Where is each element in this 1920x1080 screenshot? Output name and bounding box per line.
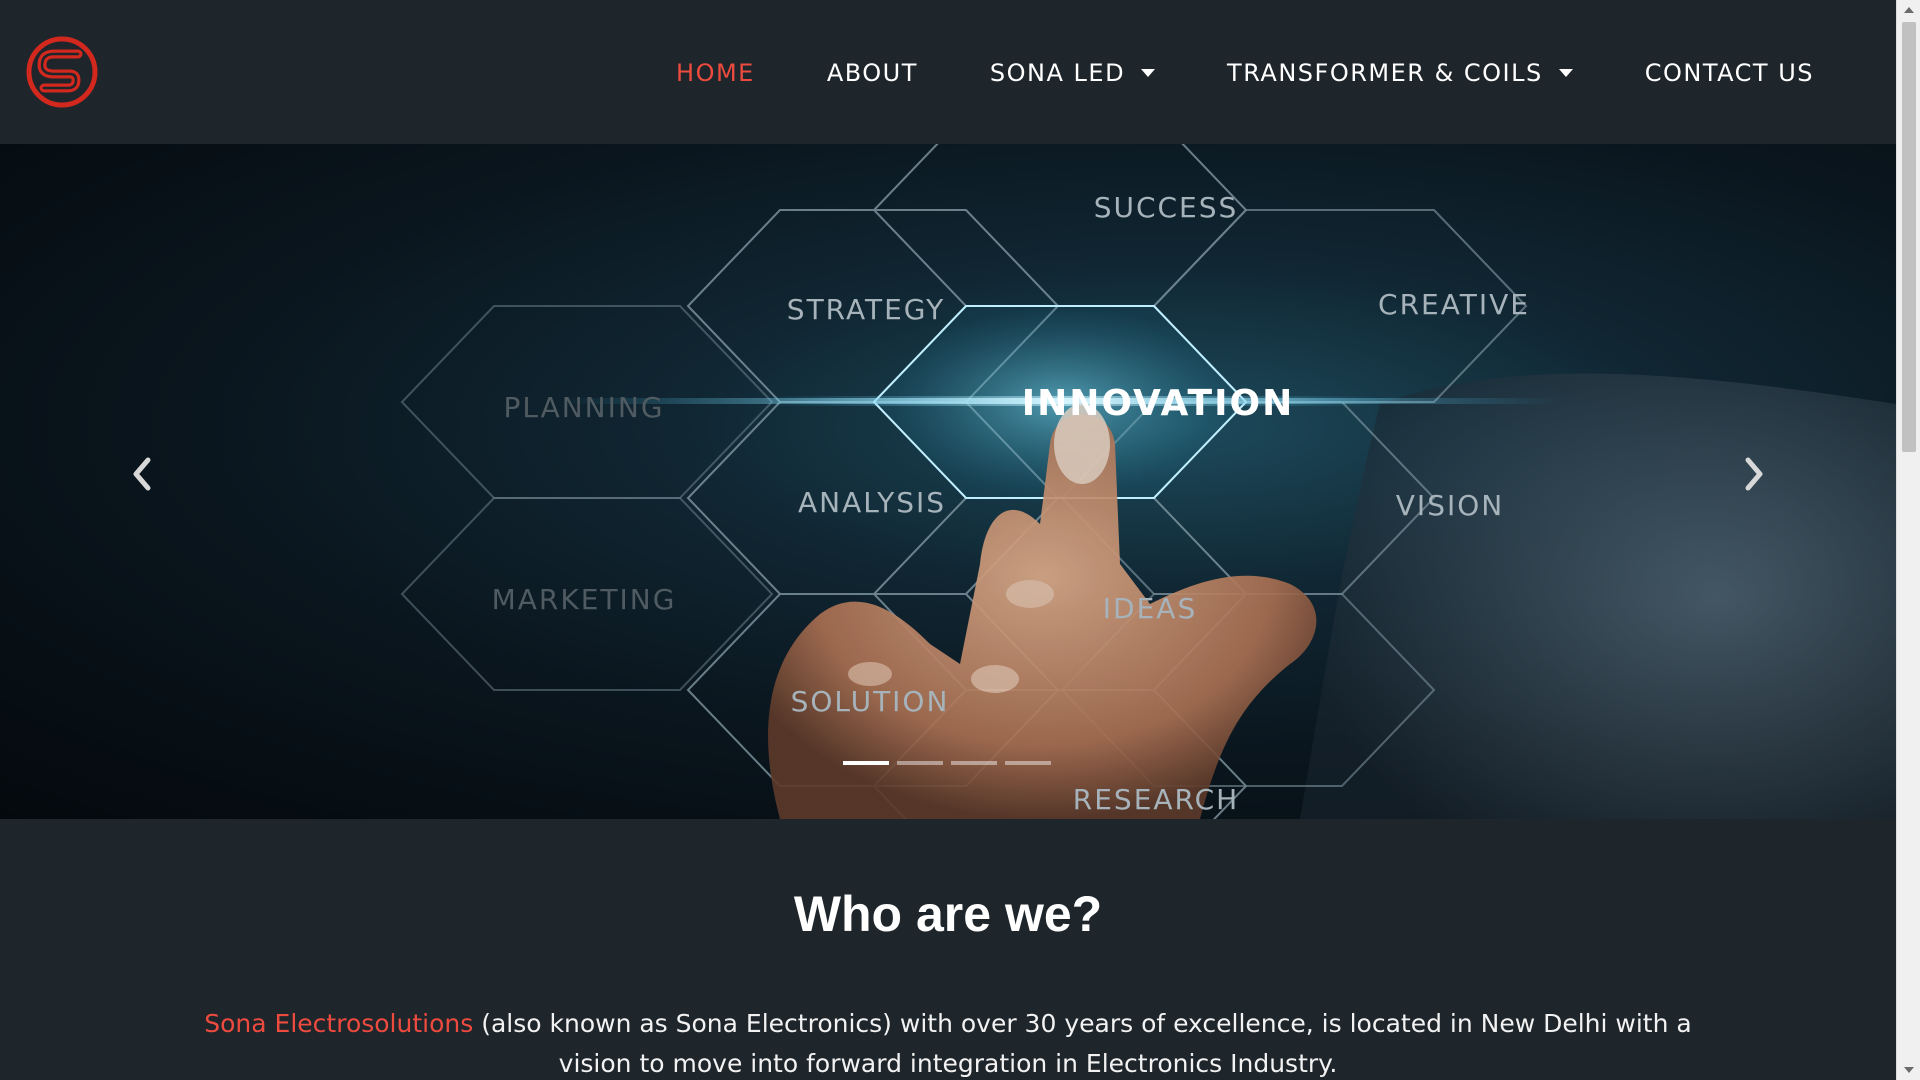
hero-slide-image: SUCCESS STRATEGY CREATIVE PLANNING INNOV… bbox=[400, 144, 1896, 819]
hex-word-vision: VISION bbox=[1396, 489, 1504, 522]
hex-word-solution: SOLUTION bbox=[791, 685, 950, 718]
hex-word-marketing: MARKETING bbox=[492, 583, 677, 616]
carousel-indicator-4[interactable] bbox=[1005, 761, 1051, 765]
nav-contact-us-label: CONTACT US bbox=[1644, 59, 1814, 87]
page-scrollbar[interactable] bbox=[1896, 0, 1920, 1080]
page: HOME ABOUT SONA LED TRANSFORMER & COILS … bbox=[0, 0, 1896, 1080]
hex-word-planning: PLANNING bbox=[503, 391, 664, 424]
hex-word-analysis: ANALYSIS bbox=[798, 486, 946, 519]
hex-word-creative: CREATIVE bbox=[1378, 288, 1530, 321]
nav-contact-us[interactable]: CONTACT US bbox=[1645, 59, 1814, 87]
carousel-prev-button[interactable] bbox=[112, 444, 172, 504]
navbar: HOME ABOUT SONA LED TRANSFORMER & COILS … bbox=[0, 0, 1896, 144]
about-section: Who are we? Sona Electrosolutions (also … bbox=[0, 819, 1896, 1080]
hex-word-research: RESEARCH bbox=[1073, 783, 1239, 816]
hex-word-ideas: IDEAS bbox=[1103, 592, 1197, 625]
hero-carousel: SUCCESS STRATEGY CREATIVE PLANNING INNOV… bbox=[0, 144, 1896, 819]
carousel-indicator-3[interactable] bbox=[951, 761, 997, 765]
nav-transformer-coils-label: TRANSFORMER & COILS bbox=[1227, 59, 1543, 87]
hex-word-success: SUCCESS bbox=[1094, 191, 1239, 224]
nav-sona-led-dropdown[interactable]: SONA LED bbox=[989, 59, 1156, 87]
caret-down-icon bbox=[1141, 69, 1156, 77]
main-nav: HOME ABOUT SONA LED TRANSFORMER & COILS … bbox=[676, 52, 1814, 94]
nav-home-label: HOME bbox=[676, 59, 755, 87]
carousel-indicator-1[interactable] bbox=[843, 761, 889, 765]
sona-s-logo-icon[interactable] bbox=[26, 36, 98, 108]
nav-home[interactable]: HOME bbox=[676, 59, 755, 87]
scroll-down-icon[interactable] bbox=[1897, 1060, 1920, 1080]
carousel-indicators bbox=[843, 761, 1059, 765]
chevron-left-icon bbox=[133, 457, 151, 491]
nav-about-label: ABOUT bbox=[826, 59, 918, 87]
nav-about[interactable]: ABOUT bbox=[827, 59, 918, 87]
about-description-text: (also known as Sona Electronics) with ov… bbox=[473, 1009, 1692, 1078]
about-heading: Who are we? bbox=[793, 886, 1103, 942]
carousel-next-button[interactable] bbox=[1724, 444, 1784, 504]
brand-name: Sona Electrosolutions bbox=[204, 1009, 474, 1038]
carousel-indicator-2[interactable] bbox=[897, 761, 943, 765]
hex-word-strategy: STRATEGY bbox=[787, 293, 945, 326]
nav-sona-led-label: SONA LED bbox=[989, 59, 1126, 87]
hex-word-innovation: INNOVATION bbox=[1022, 383, 1294, 424]
caret-down-icon bbox=[1558, 69, 1573, 77]
scrollbar-thumb[interactable] bbox=[1902, 22, 1916, 452]
nav-transformer-coils-dropdown[interactable]: TRANSFORMER & COILS bbox=[1227, 59, 1573, 87]
scroll-up-icon[interactable] bbox=[1897, 0, 1920, 20]
chevron-right-icon bbox=[1745, 457, 1763, 491]
about-description: Sona Electrosolutions (also known as Son… bbox=[180, 1004, 1716, 1080]
